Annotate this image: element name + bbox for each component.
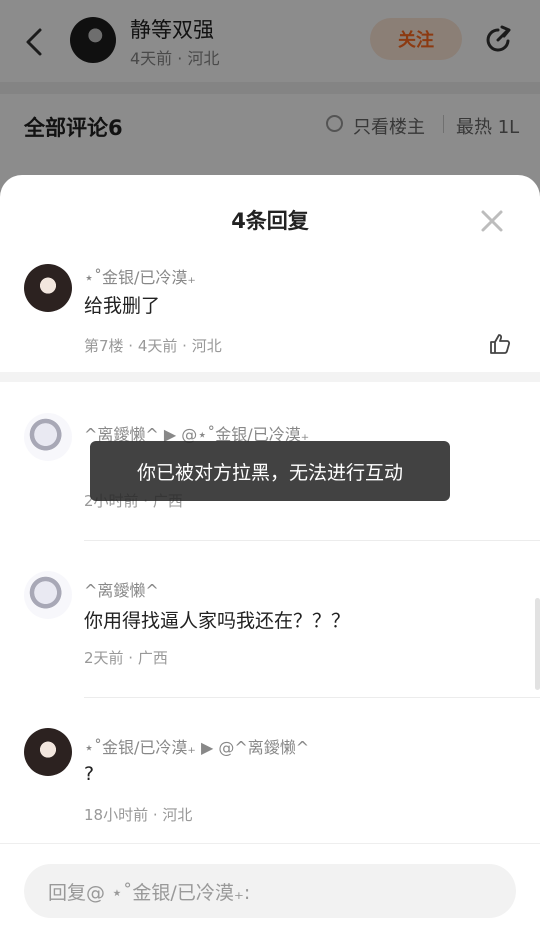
close-icon[interactable] (480, 209, 504, 233)
replies-sheet: 4条回复 ⋆˚金银/已冷漠₊ 给我删了 第7楼 · 4天前 · 河北 ^离鑀懒^… (0, 175, 540, 937)
reply-divider (84, 697, 540, 698)
scrollbar[interactable] (535, 598, 540, 690)
reply-bar: 回复@ ⋆˚金银/已冷漠₊: (0, 843, 540, 938)
reply-text[interactable]: ? (84, 763, 94, 785)
reply-text[interactable]: 你用得找逼人家吗我还在？？？ (84, 606, 350, 633)
sheet-title: 4条回复 (231, 209, 309, 233)
section-divider (0, 372, 540, 382)
thumbs-up-icon[interactable] (488, 332, 512, 356)
reply-user[interactable]: ⋆˚金银/已冷漠₊ (84, 264, 196, 288)
toast-message: 你已被对方拉黑，无法进行互动 (90, 441, 450, 501)
reply-meta: 18小时前 · 河北 (84, 806, 193, 824)
reply-meta: 第7楼 · 4天前 · 河北 (84, 337, 222, 355)
reply-input[interactable]: 回复@ ⋆˚金银/已冷漠₊: (24, 864, 516, 918)
avatar[interactable] (24, 264, 72, 312)
reply-text[interactable]: 给我删了 (84, 291, 160, 318)
reply-user[interactable]: ⋆˚金银/已冷漠₊ ▶ @^离鑀懒^ (84, 734, 309, 758)
avatar[interactable] (24, 413, 72, 461)
reply-user[interactable]: ^离鑀懒^ (84, 577, 159, 601)
avatar[interactable] (24, 571, 72, 619)
reply-divider (84, 540, 540, 541)
reply-meta: 2天前 · 广西 (84, 649, 168, 667)
avatar[interactable] (24, 728, 72, 776)
